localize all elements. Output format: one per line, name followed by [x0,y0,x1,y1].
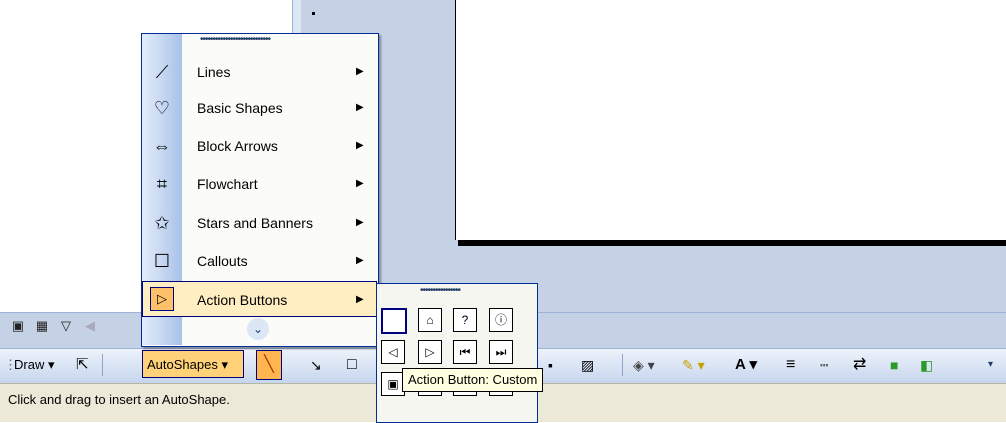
slide-shadow [458,240,1006,246]
lines-icon: ⟋ [155,62,169,82]
normal-view-icon[interactable]: ▣ [10,318,26,334]
action-button-1-0[interactable]: ◁ [381,340,405,364]
flowchart-icon: ⌗ [156,174,168,194]
action-button-1-1[interactable]: ▷ [418,340,442,364]
block-arrows-icon: ⇔ [153,136,171,156]
submenu-arrow-icon: ▶ [356,294,364,305]
autoshapes-label: AutoShapes [147,357,218,372]
toolbar-separator [102,354,103,376]
font-color-icon[interactable]: A ▾ [735,350,757,380]
line-tool-icon[interactable]: ╲ [256,350,282,380]
action-button-0-0[interactable] [381,308,407,334]
stars-banners-icon: ✩ [154,213,170,233]
insert-picture-file-icon[interactable]: ▨ [581,350,594,380]
action-button-0-3[interactable]: ⓘ [489,308,513,332]
action-button-0-1[interactable]: ⌂ [418,308,442,332]
action-buttons-icon: ▷ [150,287,174,311]
insert-picture-icon[interactable]: ▪ [548,350,553,380]
menu-item-flowchart[interactable]: ⌗ Flowchart ▶ [143,166,376,202]
shadow-style-icon[interactable]: ■ [890,350,898,380]
dash-style-icon[interactable]: ┅ [820,350,828,380]
arrow-style-icon[interactable]: ⇄ [853,350,866,380]
submenu-arrow-icon: ▶ [356,140,364,151]
select-objects-icon[interactable]: ⇱ [76,350,89,380]
rectangle-tool-icon[interactable]: □ [347,350,357,380]
autoshapes-menu-button[interactable]: AutoShapes ▾ [142,350,244,378]
menu-item-label: Flowchart [197,176,258,192]
menu-item-action-buttons[interactable]: ▷ Action Buttons ▶ [142,281,377,317]
callouts-icon: ☐ [153,251,171,271]
menu-move-handle[interactable]: •••••••••••••••••••••••••••• [200,37,310,43]
slide-show-view-icon[interactable]: ▽ [58,318,74,334]
line-style-icon[interactable]: ≡ [786,350,795,380]
action-button-1-3[interactable]: ⏭ [489,340,513,364]
draw-label: Draw [14,357,45,372]
menu-item-callouts[interactable]: ☐ Callouts ▶ [143,243,376,279]
menu-item-label: Action Buttons [197,292,288,308]
chevron-down-icon[interactable]: ⌄ [247,318,269,340]
slide-sorter-view-icon[interactable]: ▦ [34,318,50,334]
draw-menu-button[interactable]: Draw ▾ [14,350,54,380]
action-button-0-2[interactable]: ? [453,308,477,332]
status-text: Click and drag to insert an AutoShape. [8,392,230,407]
toolbar-options-icon[interactable]: ▾ [988,350,993,380]
submenu-arrow-icon: ▶ [356,178,364,189]
menu-item-label: Lines [197,64,231,80]
line-color-icon[interactable]: ✎ ▾ [682,350,705,380]
submenu-arrow-icon: ▶ [356,102,364,113]
scroll-left-icon[interactable]: ◀ [82,318,98,334]
arrow-tool-icon[interactable]: ↘ [310,350,322,380]
tooltip: Action Button: Custom [402,368,544,392]
menu-item-label: Callouts [197,253,248,269]
action-button-1-2[interactable]: ⏮ [453,340,477,364]
submenu-arrow-icon: ▶ [356,217,364,228]
menu-item-block-arrows[interactable]: ⇔ Block Arrows ▶ [143,128,376,164]
menu-item-basic-shapes[interactable]: ♡ Basic Shapes ▶ [143,90,376,126]
splitter-grip [312,12,315,15]
menu-item-label: Basic Shapes [197,100,283,116]
submenu-arrow-icon: ▶ [356,255,364,266]
submenu-move-handle[interactable]: •••••••••••••••• [420,288,490,294]
basic-shapes-icon: ♡ [153,98,171,118]
slide-canvas[interactable] [455,0,1006,240]
menu-item-label: Block Arrows [197,138,278,154]
menu-item-lines[interactable]: ⟋ Lines ▶ [143,54,376,90]
menu-item-label: Stars and Banners [197,215,313,231]
submenu-arrow-icon: ▶ [356,66,364,77]
3d-style-icon[interactable]: ◧ [920,350,933,380]
fill-color-icon[interactable]: ◈ ▾ [633,350,655,380]
toolbar-separator [622,354,623,376]
menu-item-stars-and-banners[interactable]: ✩ Stars and Banners ▶ [143,205,376,241]
